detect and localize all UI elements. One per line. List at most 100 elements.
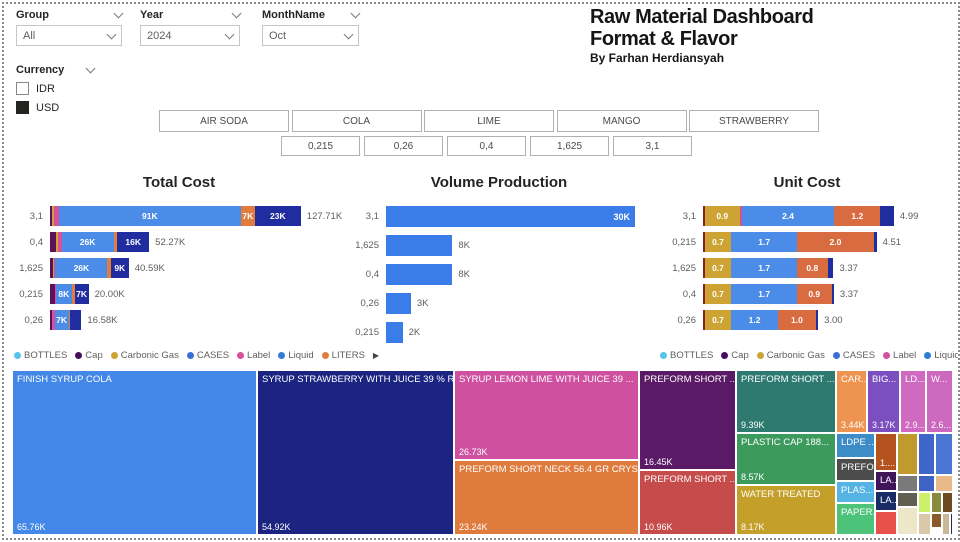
currency-option-idr[interactable]: IDR [16, 82, 106, 95]
bar-segment[interactable]: 1.2 [834, 206, 881, 226]
bar-segment[interactable] [816, 310, 819, 330]
treemap-tile-preform-short[interactable]: PREFORM SHORT ... 16.45K [639, 370, 736, 470]
treemap-tile[interactable] [931, 513, 942, 528]
treemap-tile-la[interactable]: LA... [875, 471, 897, 491]
treemap-tile[interactable] [942, 492, 953, 513]
bar-segment[interactable]: 7K [54, 310, 69, 330]
bar-segment[interactable]: 1.0 [777, 310, 817, 330]
bar-segment[interactable] [880, 206, 894, 226]
treemap-tile[interactable] [935, 433, 953, 475]
currency-option-usd[interactable]: USD [16, 101, 106, 114]
legend-item-bottles[interactable]: BOTTLES [14, 350, 67, 361]
legend-item-cases[interactable]: CASES [832, 350, 875, 361]
bar-segment[interactable]: 8K [55, 284, 72, 304]
treemap-tile[interactable] [897, 492, 918, 507]
flavor-button-lime[interactable]: LIME [424, 110, 554, 132]
bar-segment[interactable]: 1.7 [731, 258, 797, 278]
treemap-tile-syrup-strawberry-with-juice-39-re[interactable]: SYRUP STRAWBERRY WITH JUICE 39 % RE... 54… [257, 370, 454, 535]
legend-item-cases[interactable]: CASES [186, 350, 229, 361]
bar-segment[interactable]: 1.7 [731, 284, 797, 304]
bar-segment[interactable] [873, 232, 877, 252]
treemap-tile[interactable]: 1.... [875, 433, 897, 471]
bar-segment[interactable]: 0.9 [704, 206, 740, 226]
legend-item-cap[interactable]: Cap [75, 350, 103, 361]
treemap-tile-w[interactable]: W... 2.6... [926, 370, 953, 433]
treemap-tile[interactable] [950, 513, 953, 535]
treemap-tile-finish-syrup-cola[interactable]: FINISH SYRUP COLA 65.76K [12, 370, 257, 535]
bar-segment[interactable] [70, 310, 82, 330]
legend-item-carbonic-gas[interactable]: Carbonic Gas [756, 350, 825, 361]
format-button-0-26[interactable]: 0,26 [364, 136, 443, 156]
bar-segment[interactable]: 0.9 [796, 284, 832, 304]
bar-segment[interactable]: 91K [58, 206, 241, 226]
format-button-0-215[interactable]: 0,215 [281, 136, 360, 156]
flavor-button-strawberry[interactable]: STRAWBERRY [689, 110, 819, 132]
treemap-tile[interactable] [918, 513, 931, 535]
bar-segment[interactable]: 0.7 [704, 284, 732, 304]
legend-item-label[interactable]: Label [883, 350, 916, 361]
bar-segment[interactable]: 2.0 [796, 232, 874, 252]
format-button-1-625[interactable]: 1,625 [530, 136, 609, 156]
legend-scroll-right-icon[interactable]: ▶ [373, 351, 379, 360]
treemap-tile-car[interactable]: CAR... 3.44K [836, 370, 867, 433]
treemap-tile[interactable] [897, 507, 918, 535]
treemap-tile-la[interactable]: LA... [875, 491, 897, 511]
treemap-tile[interactable] [931, 492, 942, 513]
idr-checkbox[interactable] [16, 82, 29, 95]
bar-segment[interactable]: 23K [254, 206, 301, 226]
flavor-button-mango[interactable]: MANGO [556, 110, 687, 132]
month-filter-dropdown[interactable]: Oct [262, 25, 359, 46]
legend-item-carbonic-gas[interactable]: Carbonic Gas [110, 350, 179, 361]
treemap-tile-ld[interactable]: LD... 2.9... [900, 370, 926, 433]
bar-segment[interactable]: 0.7 [704, 310, 732, 330]
volume-bar[interactable] [386, 264, 453, 285]
bar-segment[interactable]: 16K [117, 232, 150, 252]
treemap-tile[interactable] [942, 513, 950, 535]
treemap-tile-syrup-lemon-lime-with-juice-39[interactable]: SYRUP LEMON LIME WITH JUICE 39 ... 26.73K [454, 370, 639, 460]
year-filter-dropdown[interactable]: 2024 [140, 25, 240, 46]
bar-segment[interactable]: 1.2 [731, 310, 778, 330]
treemap-tile[interactable] [897, 475, 918, 492]
bar-segment[interactable]: 7K [74, 284, 89, 304]
treemap-tile[interactable] [918, 433, 935, 475]
treemap-tile-preform-short-neck-56-4-gr-crys[interactable]: PREFORM SHORT NECK 56.4 GR CRYS... 23.24K [454, 460, 639, 535]
treemap-tile[interactable] [875, 511, 897, 535]
bar-segment[interactable]: 26K [55, 258, 108, 278]
bar-segment[interactable] [827, 258, 834, 278]
treemap-tile[interactable] [935, 475, 953, 492]
bar-segment[interactable]: 26K [61, 232, 114, 252]
treemap-tile-plas[interactable]: PLAS... [836, 481, 875, 503]
usd-checkbox[interactable] [16, 101, 29, 114]
legend-item-liquid[interactable]: Liquid [278, 350, 314, 361]
legend-item-bottles[interactable]: BOTTLES [660, 350, 713, 361]
flavor-button-cola[interactable]: COLA [291, 110, 422, 132]
legend-item-liquid[interactable]: Liquid [924, 350, 958, 361]
legend-item-label[interactable]: Label [237, 350, 270, 361]
volume-bar[interactable] [386, 293, 411, 314]
bar-segment[interactable]: 0.7 [704, 232, 732, 252]
format-button-0-4[interactable]: 0,4 [447, 136, 526, 156]
bar-segment[interactable]: 2.4 [741, 206, 835, 226]
volume-bar[interactable] [386, 235, 453, 256]
volume-bar[interactable]: 30K [386, 206, 635, 227]
legend-item-liters[interactable]: LITERS [321, 350, 365, 361]
treemap-tile-paper[interactable]: PAPER... [836, 503, 875, 535]
group-filter-dropdown[interactable]: All [16, 25, 122, 46]
bar-segment[interactable]: 9K [110, 258, 129, 278]
treemap-tile-preform-short[interactable]: PREFORM SHORT ... 10.96K [639, 470, 736, 535]
bar-segment[interactable]: 1.7 [731, 232, 797, 252]
bar-segment[interactable]: 7K [240, 206, 255, 226]
treemap-tile-big[interactable]: BIG... 3.17K [867, 370, 900, 433]
treemap-tile[interactable] [897, 433, 918, 475]
treemap-tile[interactable] [918, 492, 931, 513]
treemap-tile-preform-short[interactable]: PREFORM SHORT ... 9.39K [736, 370, 836, 433]
treemap-tile-water-treated[interactable]: WATER TREATED 8.17K [736, 485, 836, 535]
flavor-button-air-soda[interactable]: AIR SODA [159, 110, 289, 132]
treemap-tile-prefo[interactable]: PREFO... [836, 458, 875, 481]
treemap-tile-plastic-cap-188[interactable]: PLASTIC CAP 188... 8.57K [736, 433, 836, 485]
volume-bar[interactable] [386, 322, 403, 343]
treemap-tile[interactable] [918, 475, 935, 492]
legend-item-cap[interactable]: Cap [721, 350, 749, 361]
bar-segment[interactable]: 0.7 [704, 258, 732, 278]
treemap-tile-ldpe[interactable]: LDPE ... [836, 433, 875, 458]
